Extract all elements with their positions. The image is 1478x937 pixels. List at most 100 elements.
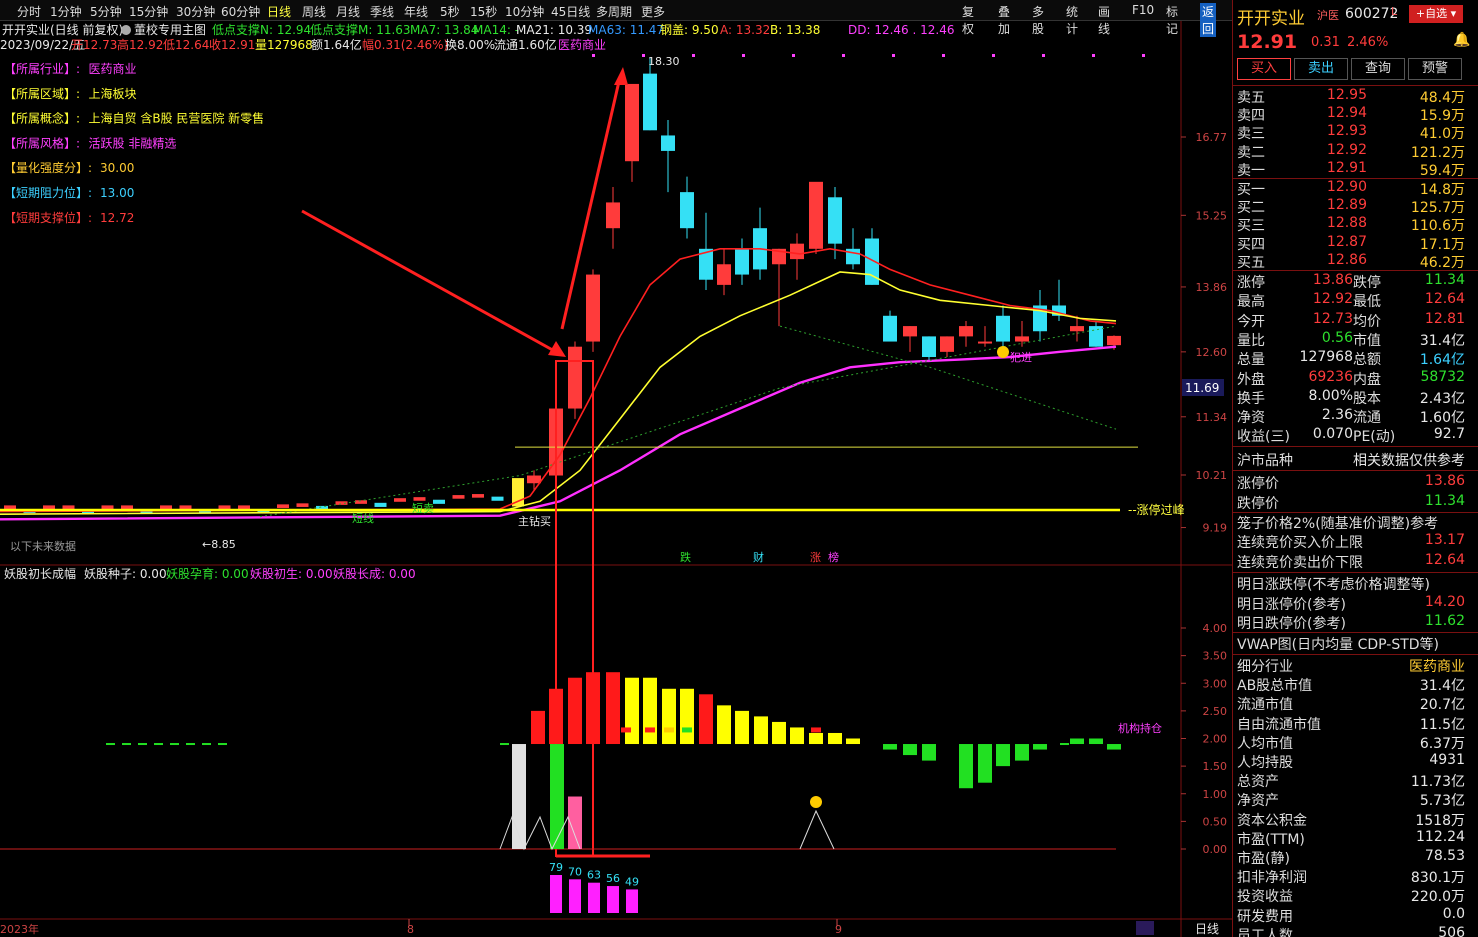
current-price-tag: 11.69 [1185,381,1219,395]
trade-button-3[interactable]: 预警 [1408,58,1462,80]
fund-row-5-label: 人均持股 [1237,755,1293,771]
bell-icon[interactable]: 🔔 [1453,32,1470,48]
ind-bar-23 [606,672,620,745]
bid-row-0-price: 12.90 [1326,179,1367,195]
bid-row-2-volume: 110.6万 [1410,218,1465,235]
tab-0[interactable]: 分时 [17,3,41,20]
stat-row-8-value1: 0.070 [1312,426,1353,443]
tab-6[interactable]: 日线 [267,3,291,20]
tab-7[interactable]: 周线 [302,3,326,20]
stat-row-1-label2: 最低 [1353,294,1381,311]
ind-bar-46 [1070,738,1084,745]
candle-8 [680,192,694,229]
ind-label-5: 1.50 [1203,760,1228,773]
fund-row-6: 总资产 11.73亿 [1233,771,1478,790]
header-item-6: 钢盖: 9.50 [660,23,719,37]
ind-bar-24 [625,677,639,745]
candle-26 [1015,336,1029,342]
bid-row-3: 买四 12.87 17.1万 [1233,234,1478,253]
header-item-3: MA14: - [473,23,519,37]
arrow-2-head [614,67,628,85]
candle-small-23 [452,495,465,499]
ask-row-3-label: 卖二 [1237,144,1265,161]
fund-row-5: 人均持股 4931 [1233,752,1478,771]
stat-row-0: 涨停 13.86 跌停 11.34 [1233,272,1478,291]
ind-dash-1 [122,743,131,746]
ask-row-3-volume: 121.2万 [1410,144,1465,161]
trade-button-2[interactable]: 查询 [1351,58,1405,80]
count-label-4: 49 [625,875,639,888]
stat-row-3-value2: 31.4亿 [1419,332,1465,349]
candle-11 [735,248,749,275]
ask-row-3: 卖二 12.92 121.2万 [1233,142,1478,161]
tab-15[interactable]: 多周期 [596,3,632,20]
ind-marker-3 [682,727,692,733]
ind-label: 机构持仓 [1118,721,1162,735]
trade-button-0[interactable]: 买入 [1237,58,1291,80]
info-value-4: 30.00 [100,161,134,175]
sep-8 [1233,632,1478,633]
stat-row-7-value1: 2.36 [1321,407,1353,424]
indicator-header-2: 妖股孕育: 0.00 [166,566,249,581]
tab-13[interactable]: 10分钟 [505,3,544,20]
indicator-header-1: 妖股种子: 0.00 [84,567,167,581]
stat-row-6-value1: 8.00% [1308,387,1353,404]
fund-row-11-label: 扣非净利润 [1237,870,1307,887]
label-s2: 财 [753,550,764,564]
stat-row-3-label1: 量比 [1237,332,1265,349]
candle-small-9 [179,505,192,510]
ind-bar-26 [662,688,676,745]
tab-2[interactable]: 5分钟 [90,3,122,20]
tab-3[interactable]: 15分钟 [129,3,168,20]
info-value-6: 12.72 [100,211,134,225]
fund-row-8: 资本公积金 1518万 [1233,810,1478,829]
candle-small-5 [101,505,114,510]
candle-24 [978,341,992,344]
limit-row-1-label: 跌停价 [1237,496,1279,512]
tab-8[interactable]: 月线 [336,3,360,20]
bar-info-3: 低12.64 [163,38,209,52]
candle-3 [586,274,600,342]
tab-16[interactable]: 更多 [641,3,665,20]
header-item-0: 低点支撑N: 12.94 [212,22,311,37]
tab-12[interactable]: 15秒 [470,3,497,20]
ask-row-1-label: 卖四 [1237,108,1265,125]
tab-1[interactable]: 1分钟 [50,3,82,20]
bar-info-9: 流通1.60亿 [494,37,557,52]
xaxis-start: 2023年 [0,922,39,936]
trade-button-1[interactable]: 卖出 [1294,58,1348,80]
watch-button[interactable]: +自选 ▾ [1409,5,1463,23]
kline-svg[interactable]: 开开实业(日线 前复权) 董校专用主图 低点支撑N: 12.94低点支撑M: 11.… [0,21,1232,937]
no-data-label: 以下未来数据 [10,539,76,553]
tab-9[interactable]: 季线 [370,3,394,20]
candle-7 [661,135,675,151]
candle-small-21 [413,497,426,501]
stat-row-6: 换手 8.00% 股本 2.43亿 [1233,388,1478,407]
ind-label-2: 3.00 [1203,677,1228,690]
tab-14[interactable]: 45日线 [551,3,590,20]
tab-10[interactable]: 年线 [404,3,428,20]
candle-0 [527,475,541,484]
candle-25 [996,315,1010,342]
stat-row-0-value2: 11.34 [1424,272,1465,288]
high-label: 18.30 [648,55,680,68]
ind-dash-0 [106,743,115,746]
fund-row-3-value: 11.5亿 [1419,716,1465,733]
tab-11[interactable]: 5秒 [440,3,460,20]
fund-row-9: 市盈(TTM) 112.24 [1233,829,1478,848]
vwap-title: VWAP图(日内均量 CDP-STD等) [1233,634,1478,653]
tab-5[interactable]: 60分钟 [221,3,260,20]
stat-row-7-label2: 流通 [1353,410,1381,427]
support-dot-1 [259,325,1117,518]
ind-bar-43 [996,744,1010,767]
section1-row-title: 沪市品种 [1237,453,1293,469]
indicator-header-0: 妖股初长成幅 [4,566,76,581]
ind-label-3: 2.50 [1203,705,1228,718]
limit-row-1: 跌停价 11.34 [1233,493,1478,512]
chart-area[interactable]: 开开实业(日线 前复权) 董校专用主图 低点支撑N: 12.94 低点支撑M: 11.… [0,21,1232,937]
control-5[interactable]: F10 [1132,3,1154,17]
ind-bar-36 [846,738,860,745]
quote-panel: 开开实业 沪医 600272 L +自选 ▾ 12.91 0.31 2.46% 🔔 买入 卖出 查询预… [1232,0,1478,937]
stat-row-0-label2: 跌停 [1353,275,1381,291]
tab-4[interactable]: 30分钟 [176,3,215,20]
